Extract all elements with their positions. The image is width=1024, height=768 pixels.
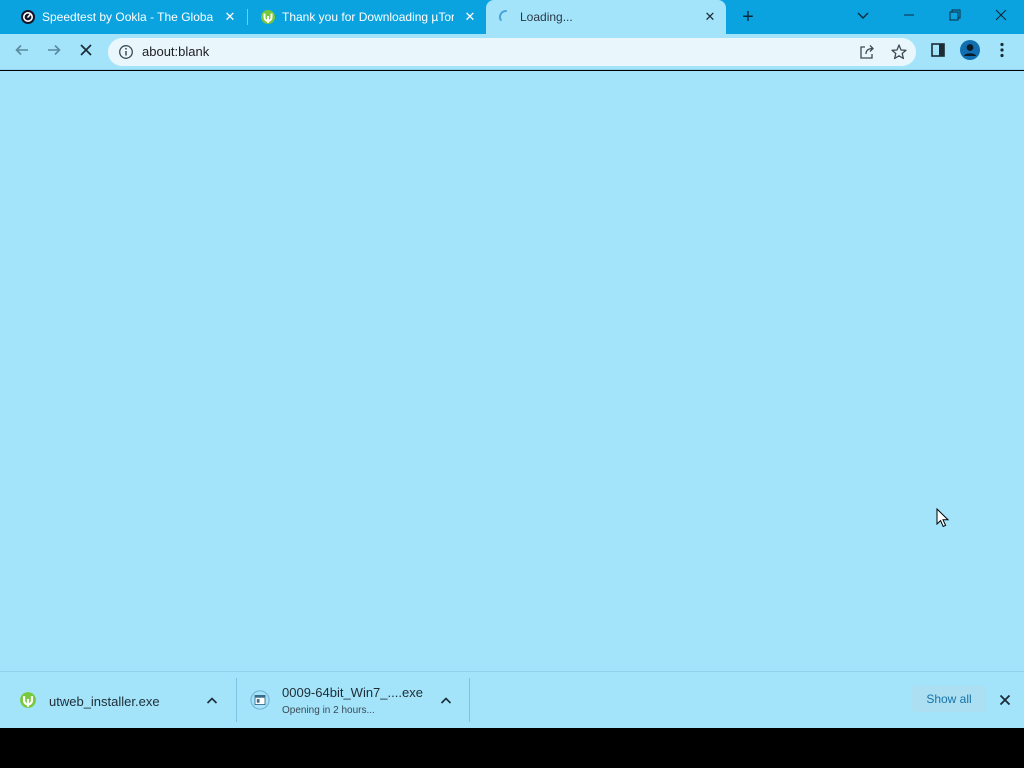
screen-border — [0, 728, 1024, 768]
download-filename: 0009-64bit_Win7_....exe — [282, 685, 423, 700]
download-item[interactable]: utweb_installer.exe — [8, 678, 234, 724]
profile-button[interactable] — [958, 39, 982, 66]
chevron-up-icon[interactable] — [438, 693, 454, 709]
minimize-button[interactable] — [886, 0, 932, 34]
tab-close-icon[interactable]: ✕ — [222, 9, 238, 25]
side-panel-icon — [930, 42, 946, 63]
loading-spinner-icon — [498, 9, 514, 25]
share-icon[interactable] — [858, 43, 876, 61]
download-status: Opening in 2 hours... — [282, 705, 375, 716]
show-all-button[interactable]: Show all — [912, 686, 986, 712]
tab-close-icon[interactable]: ✕ — [702, 9, 718, 25]
forward-button[interactable] — [42, 40, 66, 64]
utorrent-icon — [260, 9, 276, 25]
back-button[interactable] — [10, 40, 34, 64]
download-divider — [469, 678, 470, 722]
tab-speedtest[interactable]: Speedtest by Ookla - The Global ✕ — [8, 0, 246, 34]
kebab-menu-icon — [1000, 42, 1004, 63]
info-icon[interactable] — [118, 44, 134, 60]
bookmark-star-icon[interactable] — [890, 43, 908, 61]
download-filename: utweb_installer.exe — [49, 694, 160, 709]
tab-loading[interactable]: Loading... ✕ — [486, 0, 726, 34]
back-arrow-icon — [14, 42, 30, 63]
stop-loading-button[interactable] — [74, 40, 98, 64]
tab-title: Loading... — [520, 10, 573, 24]
download-item[interactable]: 0009-64bit_Win7_....exe Opening in 2 hou… — [240, 678, 466, 724]
forward-arrow-icon — [46, 42, 62, 63]
url-text[interactable]: about:blank — [142, 45, 209, 59]
new-tab-button[interactable]: + — [738, 7, 758, 27]
browser-toolbar: about:blank — [0, 34, 1024, 70]
close-icon — [995, 8, 1007, 26]
installer-file-icon — [250, 690, 270, 710]
chevron-up-icon[interactable] — [204, 693, 220, 709]
side-panel-button[interactable] — [926, 40, 950, 64]
restore-icon — [949, 8, 961, 26]
close-download-shelf-icon[interactable] — [996, 691, 1014, 709]
speedtest-icon — [20, 9, 36, 25]
tab-search-button[interactable] — [840, 0, 886, 34]
utorrent-icon — [18, 690, 38, 710]
tab-strip: Speedtest by Ookla - The Global ✕ Thank … — [0, 0, 1024, 34]
stop-loading-icon — [79, 43, 93, 62]
avatar-icon — [959, 39, 981, 66]
menu-button[interactable] — [990, 40, 1014, 64]
download-divider — [236, 678, 237, 722]
page-content — [0, 71, 1024, 671]
tab-title: Thank you for Downloading µTorrent — [282, 10, 454, 24]
tab-title: Speedtest by Ookla - The Global — [42, 10, 214, 24]
tab-utorrent[interactable]: Thank you for Downloading µTorrent ✕ — [248, 0, 486, 34]
mouse-cursor-icon — [936, 507, 950, 528]
address-bar[interactable]: about:blank — [108, 38, 916, 66]
download-shelf: utweb_installer.exe 0009-64bit_Win7_....… — [0, 671, 1024, 728]
window-close-button[interactable] — [978, 0, 1024, 34]
minimize-icon — [903, 8, 915, 26]
chevron-down-icon — [857, 8, 869, 26]
restore-button[interactable] — [932, 0, 978, 34]
tab-close-icon[interactable]: ✕ — [462, 9, 478, 25]
